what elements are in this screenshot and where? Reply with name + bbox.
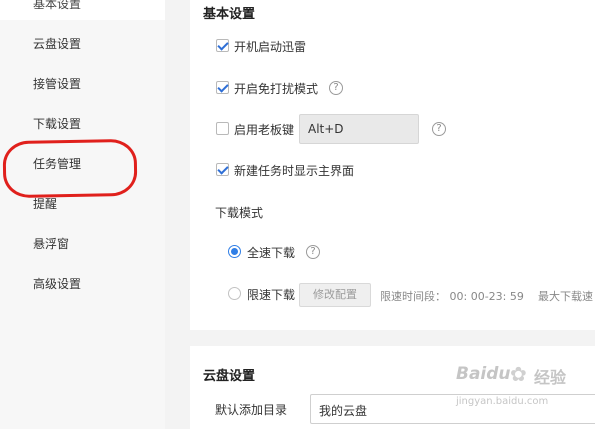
download-mode-label: 下载模式 <box>215 206 264 220</box>
default-directory-label: 默认添加目录 <box>215 403 288 417</box>
no-disturb-checkbox[interactable] <box>216 81 229 94</box>
limit-time-range-text: 限速时间段： 00: 00-23: 59 <box>380 290 524 303</box>
sidebar-item-takeover-settings[interactable]: 接管设置 <box>33 75 81 92</box>
cloud-settings-panel: 云盘设置 默认添加目录 我的云盘 <box>190 346 595 429</box>
full-speed-label: 全速下载 <box>247 246 296 260</box>
max-download-speed-text: 最大下载速 <box>538 290 593 303</box>
sidebar-item-reminder[interactable]: 提醒 <box>33 195 57 212</box>
show-main-window-checkbox[interactable] <box>216 163 229 176</box>
full-speed-radio[interactable] <box>228 245 241 258</box>
show-main-window-label: 新建任务时显示主界面 <box>234 164 355 178</box>
sidebar-item-task-management[interactable]: 任务管理 <box>33 155 81 172</box>
sidebar-item-cloud-settings[interactable]: 云盘设置 <box>33 35 81 52</box>
help-icon[interactable]: ? <box>306 245 320 259</box>
sidebar-active-highlight <box>0 0 165 20</box>
startup-label: 开机启动迅雷 <box>234 40 307 54</box>
modify-config-button[interactable]: 修改配置 <box>299 283 371 307</box>
no-disturb-label: 开启免打扰模式 <box>234 82 319 96</box>
help-icon[interactable]: ? <box>432 122 446 136</box>
help-icon[interactable]: ? <box>329 81 343 95</box>
limited-speed-radio[interactable] <box>228 287 241 300</box>
settings-sidebar: 基本设置 云盘设置 接管设置 下载设置 任务管理 提醒 悬浮窗 高级设置 <box>0 0 165 429</box>
sidebar-item-download-settings[interactable]: 下载设置 <box>33 115 81 132</box>
cloud-settings-title: 云盘设置 <box>203 369 256 384</box>
basic-settings-panel: 基本设置 开机启动迅雷 开启免打扰模式 ? 启用老板键 Alt+D ? 新建任务… <box>190 0 595 330</box>
limited-speed-label: 限速下载 <box>247 288 296 302</box>
default-directory-field[interactable]: 我的云盘 <box>310 394 595 424</box>
sidebar-item-floating-window[interactable]: 悬浮窗 <box>33 235 69 252</box>
boss-key-label: 启用老板键 <box>234 123 295 137</box>
basic-settings-title: 基本设置 <box>203 7 256 22</box>
boss-key-checkbox[interactable] <box>216 122 229 135</box>
boss-key-hotkey-field[interactable]: Alt+D <box>299 114 419 144</box>
sidebar-item-advanced-settings[interactable]: 高级设置 <box>33 275 81 292</box>
sidebar-item-basic-settings[interactable]: 基本设置 <box>33 0 81 12</box>
startup-checkbox[interactable] <box>216 39 229 52</box>
